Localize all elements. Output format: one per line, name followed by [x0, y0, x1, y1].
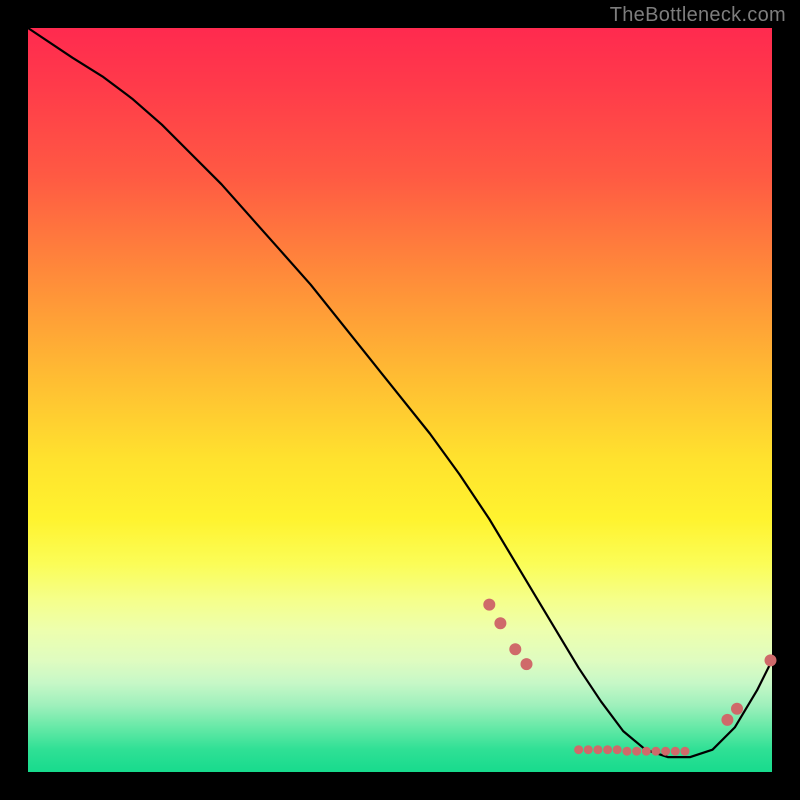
data-dot [681, 747, 690, 756]
data-dot [721, 714, 733, 726]
data-dot [483, 599, 495, 611]
data-dot [584, 745, 593, 754]
data-dots [483, 599, 776, 756]
bottleneck-curve [28, 28, 772, 757]
data-dot [521, 658, 533, 670]
data-dot [642, 747, 651, 756]
data-dot [671, 747, 680, 756]
data-dot [494, 617, 506, 629]
data-dot [509, 643, 521, 655]
data-dot [765, 654, 777, 666]
plot-area [28, 28, 772, 772]
data-dot [603, 745, 612, 754]
data-dot [661, 747, 670, 756]
chart-frame: TheBottleneck.com [0, 0, 800, 800]
data-dot [593, 745, 602, 754]
data-dot [622, 747, 631, 756]
data-dot [632, 747, 641, 756]
data-dot [574, 745, 583, 754]
data-dot [731, 703, 743, 715]
chart-svg [28, 28, 772, 772]
data-dot [651, 747, 660, 756]
data-dot [613, 745, 622, 754]
watermark-text: TheBottleneck.com [610, 4, 786, 27]
